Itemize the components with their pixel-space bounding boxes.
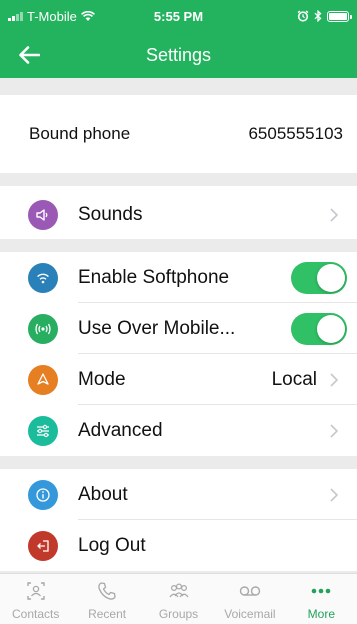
signal-icon <box>8 11 23 21</box>
toggle-knob <box>317 263 345 292</box>
chevron-right-icon <box>329 207 339 223</box>
antenna-icon <box>28 313 58 344</box>
status-left: T-Mobile <box>8 9 95 24</box>
speaker-icon <box>28 199 58 230</box>
wifi-status-icon <box>80 10 95 21</box>
advanced-label: Advanced <box>78 419 163 441</box>
tab-label: Groups <box>158 607 199 621</box>
tab-label: Contacts <box>12 607 60 621</box>
sounds-label: Sounds <box>78 203 143 225</box>
about-label: About <box>78 483 128 505</box>
sliders-icon <box>28 415 58 446</box>
tab-label: Voicemail <box>224 607 276 621</box>
toggle-knob <box>317 314 345 343</box>
chevron-right-icon <box>329 372 339 388</box>
status-right <box>297 10 352 22</box>
chevron-right-icon <box>329 487 339 503</box>
alarm-icon <box>297 10 309 22</box>
more-icon <box>309 579 333 603</box>
tab-recent[interactable]: Recent <box>71 574 142 624</box>
info-icon <box>28 479 58 510</box>
enable-softphone-label: Enable Softphone <box>78 266 230 288</box>
sounds-row[interactable]: Sounds <box>0 190 357 239</box>
mode-row[interactable]: Mode Local <box>0 354 357 405</box>
advanced-row[interactable]: Advanced <box>0 405 357 456</box>
tab-contacts[interactable]: Contacts <box>0 574 71 624</box>
section-spacer <box>0 239 357 252</box>
logout-row[interactable]: Log Out <box>0 520 357 571</box>
bound-phone-row: Bound phone 6505555103 <box>0 95 357 173</box>
bluetooth-icon <box>314 10 322 22</box>
enable-softphone-toggle[interactable] <box>291 261 347 294</box>
page-title: Settings <box>145 44 212 65</box>
bound-phone-label: Bound phone <box>29 124 131 143</box>
arrow-left-icon <box>19 46 40 64</box>
phone-icon <box>96 579 118 603</box>
back-button[interactable] <box>14 40 44 70</box>
groups-icon <box>167 579 191 603</box>
wifi-icon <box>28 262 58 293</box>
logout-icon <box>28 530 58 561</box>
nav-bar: Settings <box>0 32 357 78</box>
voicemail-icon <box>237 579 263 603</box>
section-spacer <box>0 173 357 186</box>
about-row[interactable]: About <box>0 469 357 520</box>
enable-softphone-row: Enable Softphone <box>0 252 357 303</box>
chevron-right-icon <box>329 423 339 439</box>
tab-voicemail[interactable]: Voicemail <box>214 574 285 624</box>
mode-label: Mode <box>78 368 126 390</box>
carrier-name: T-Mobile <box>27 8 77 24</box>
tab-bar: Contacts Recent Groups Voicemail More <box>0 573 357 624</box>
section-spacer <box>0 78 357 95</box>
logout-label: Log Out <box>78 534 146 556</box>
status-bar: T-Mobile 5:55 PM <box>0 0 357 32</box>
tab-label: Recent <box>88 607 127 621</box>
bound-phone-value: 6505555103 <box>248 124 343 143</box>
contacts-icon <box>25 579 47 603</box>
use-over-mobile-toggle[interactable] <box>291 312 347 345</box>
section-spacer <box>0 456 357 469</box>
location-icon <box>28 364 58 395</box>
tab-more[interactable]: More <box>286 574 357 624</box>
battery-icon <box>327 10 352 22</box>
tab-groups[interactable]: Groups <box>143 574 214 624</box>
use-over-mobile-row: Use Over Mobile... <box>0 303 357 354</box>
mode-value: Local <box>271 368 317 390</box>
use-over-mobile-label: Use Over Mobile... <box>78 317 236 339</box>
tab-label: More <box>307 607 335 621</box>
